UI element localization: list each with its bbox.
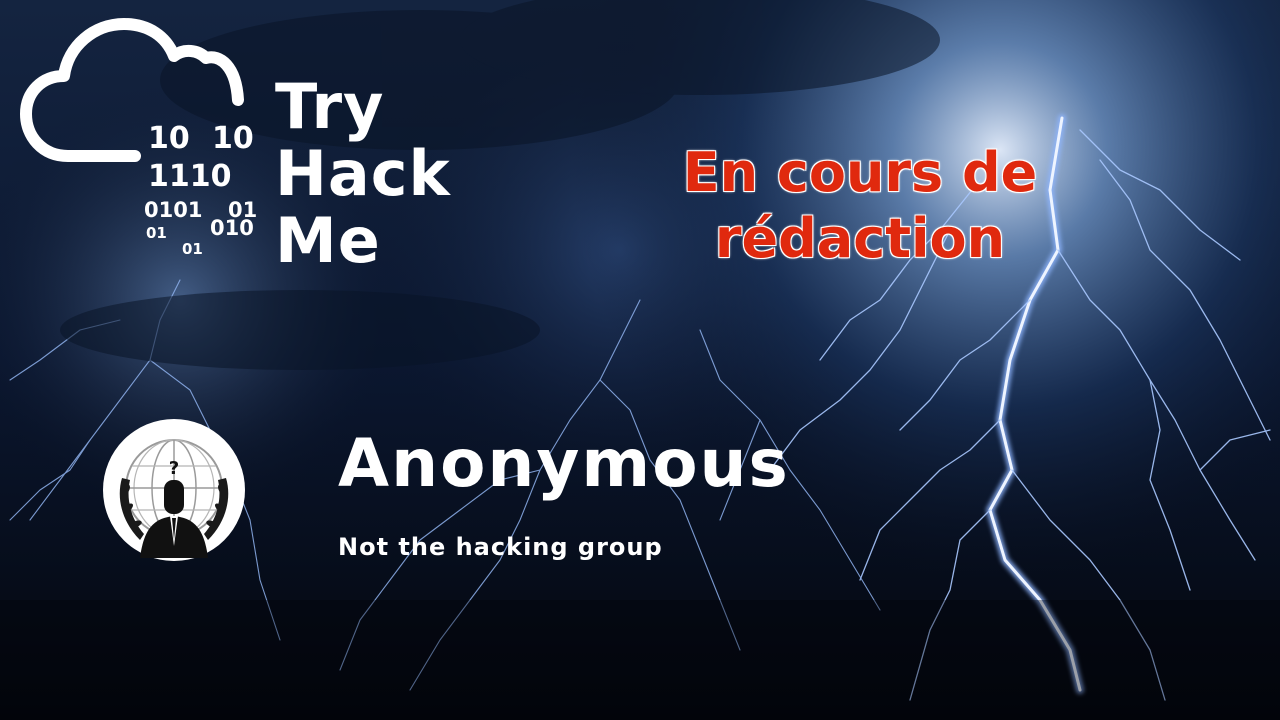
binary-row-3a: 0101: [144, 198, 203, 222]
profile-tagline: Not the hacking group: [338, 533, 663, 561]
svg-text:?: ?: [169, 458, 179, 479]
draft-status-line-2: rédaction: [714, 207, 1006, 270]
brand-line-me: Me: [275, 204, 381, 277]
tryhackme-logo[interactable]: 10 10 1110 0101 01 01 010 01 Try Hack Me: [20, 18, 490, 298]
draft-status-banner: En cours de rédaction: [630, 140, 1090, 272]
binary-row-5: 01: [182, 240, 203, 258]
binary-row-2: 1110: [148, 159, 232, 194]
brand-line-hack: Hack: [275, 137, 451, 210]
brand-name: Try Hack Me: [275, 76, 451, 277]
binary-row-1b: 10: [212, 121, 254, 156]
binary-row-4b: 010: [210, 216, 254, 240]
anonymous-emblem-icon: ?: [103, 419, 245, 561]
brand-line-try: Try: [275, 70, 385, 143]
profile-name: Anonymous: [338, 425, 790, 502]
draft-status-line-1: En cours de: [682, 141, 1038, 204]
binary-row-1a: 10: [148, 121, 190, 156]
binary-row-4a: 01: [146, 224, 167, 242]
